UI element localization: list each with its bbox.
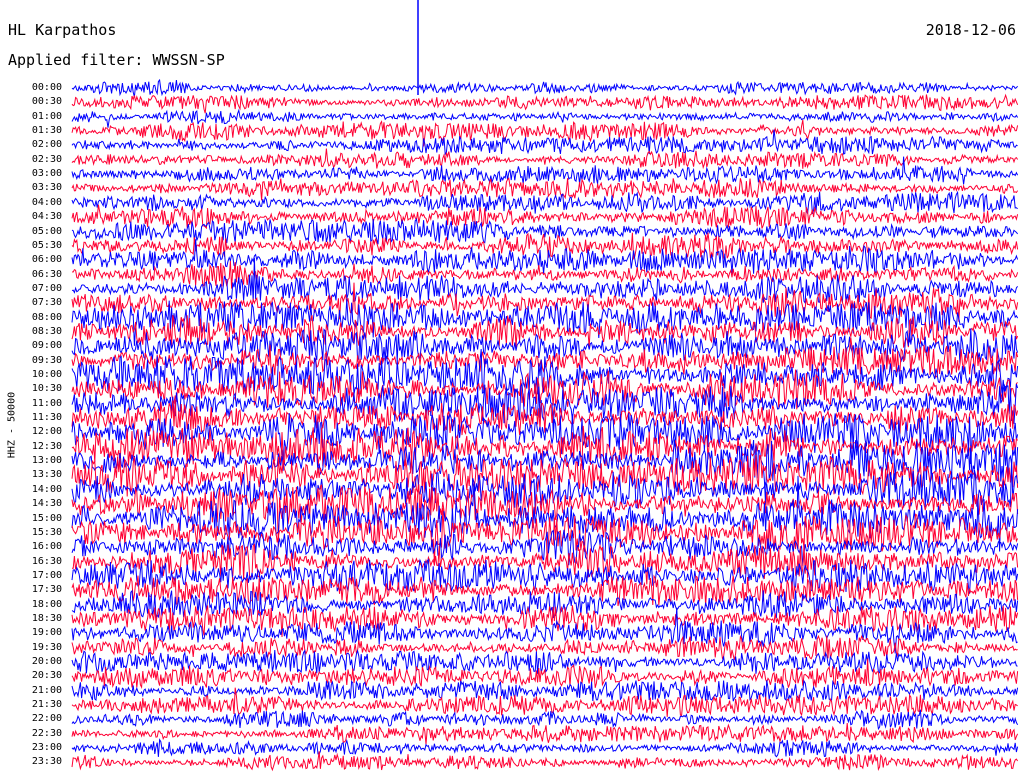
trace-row-2300: [71, 738, 1019, 758]
station-title: HL Karpathos: [8, 21, 117, 39]
trace-row-0200: [71, 129, 1018, 156]
trace-row-0400: [71, 190, 1018, 215]
filter-label: Applied filter: WWSSN-SP: [8, 51, 225, 69]
trace-row-0100: [71, 108, 1019, 128]
trace-row-0030: [71, 93, 1019, 114]
seismogram-plot: [71, 0, 1019, 772]
date-label: 2018-12-06: [925, 21, 1016, 39]
trace-row-0230: [71, 148, 1019, 170]
trace-row-0000: [71, 78, 1018, 98]
helicorder-view: HL Karpathos 2018-12-06 Applied filter: …: [0, 0, 1024, 780]
trace-row-2330: [71, 751, 1019, 772]
trace-row-2100: [71, 679, 1019, 702]
trace-row-2230: [71, 723, 1019, 745]
trace-row-0330: [71, 177, 1019, 201]
